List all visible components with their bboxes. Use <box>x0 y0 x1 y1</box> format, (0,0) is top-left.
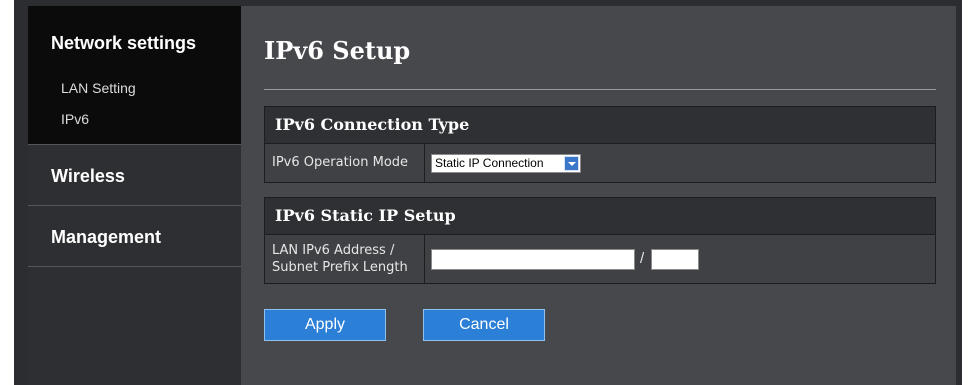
connection-type-header: IPv6 Connection Type <box>265 107 935 144</box>
operation-mode-value: Static IP Connection <box>435 156 544 170</box>
address-label-line2: Subnet Prefix Length <box>272 260 408 275</box>
page-title: IPv6 Setup <box>264 36 411 65</box>
operation-mode-field: Static IP Connection <box>425 144 935 182</box>
lan-ipv6-address-input[interactable] <box>431 249 635 270</box>
chevron-down-icon[interactable] <box>564 156 579 171</box>
sidebar-divider <box>28 266 241 267</box>
operation-mode-label: IPv6 Operation Mode <box>265 144 425 182</box>
lan-ipv6-address-label: LAN IPv6 Address / Subnet Prefix Length <box>265 235 425 283</box>
lan-ipv6-address-row: LAN IPv6 Address / Subnet Prefix Length … <box>265 235 935 283</box>
sidebar-divider <box>28 205 241 206</box>
sidebar-section-network-settings[interactable]: Network settings <box>51 33 196 54</box>
sidebar-divider <box>28 144 241 145</box>
apply-button[interactable]: Apply <box>264 309 386 341</box>
sidebar-section-active-bg <box>28 6 241 144</box>
cancel-button[interactable]: Cancel <box>423 309 545 341</box>
sidebar: Network settings LAN Setting IPv6 Wirele… <box>28 6 253 385</box>
operation-mode-select[interactable]: Static IP Connection <box>431 154 581 173</box>
prefix-separator: / <box>640 250 645 267</box>
address-label-line1: LAN IPv6 Address / <box>272 243 395 258</box>
sidebar-section-wireless[interactable]: Wireless <box>51 166 125 187</box>
sidebar-item-lan-setting[interactable]: LAN Setting <box>61 80 136 96</box>
subnet-prefix-length-input[interactable] <box>651 249 699 270</box>
static-ip-header: IPv6 Static IP Setup <box>265 198 935 235</box>
sidebar-item-ipv6[interactable]: IPv6 <box>61 111 89 127</box>
operation-mode-row: IPv6 Operation Mode Static IP Connection <box>265 144 935 182</box>
lan-ipv6-address-field: / <box>425 235 935 283</box>
title-divider <box>264 89 936 90</box>
static-ip-table: IPv6 Static IP Setup LAN IPv6 Address / … <box>264 197 936 284</box>
sidebar-section-management[interactable]: Management <box>51 227 161 248</box>
connection-type-table: IPv6 Connection Type IPv6 Operation Mode… <box>264 106 936 183</box>
